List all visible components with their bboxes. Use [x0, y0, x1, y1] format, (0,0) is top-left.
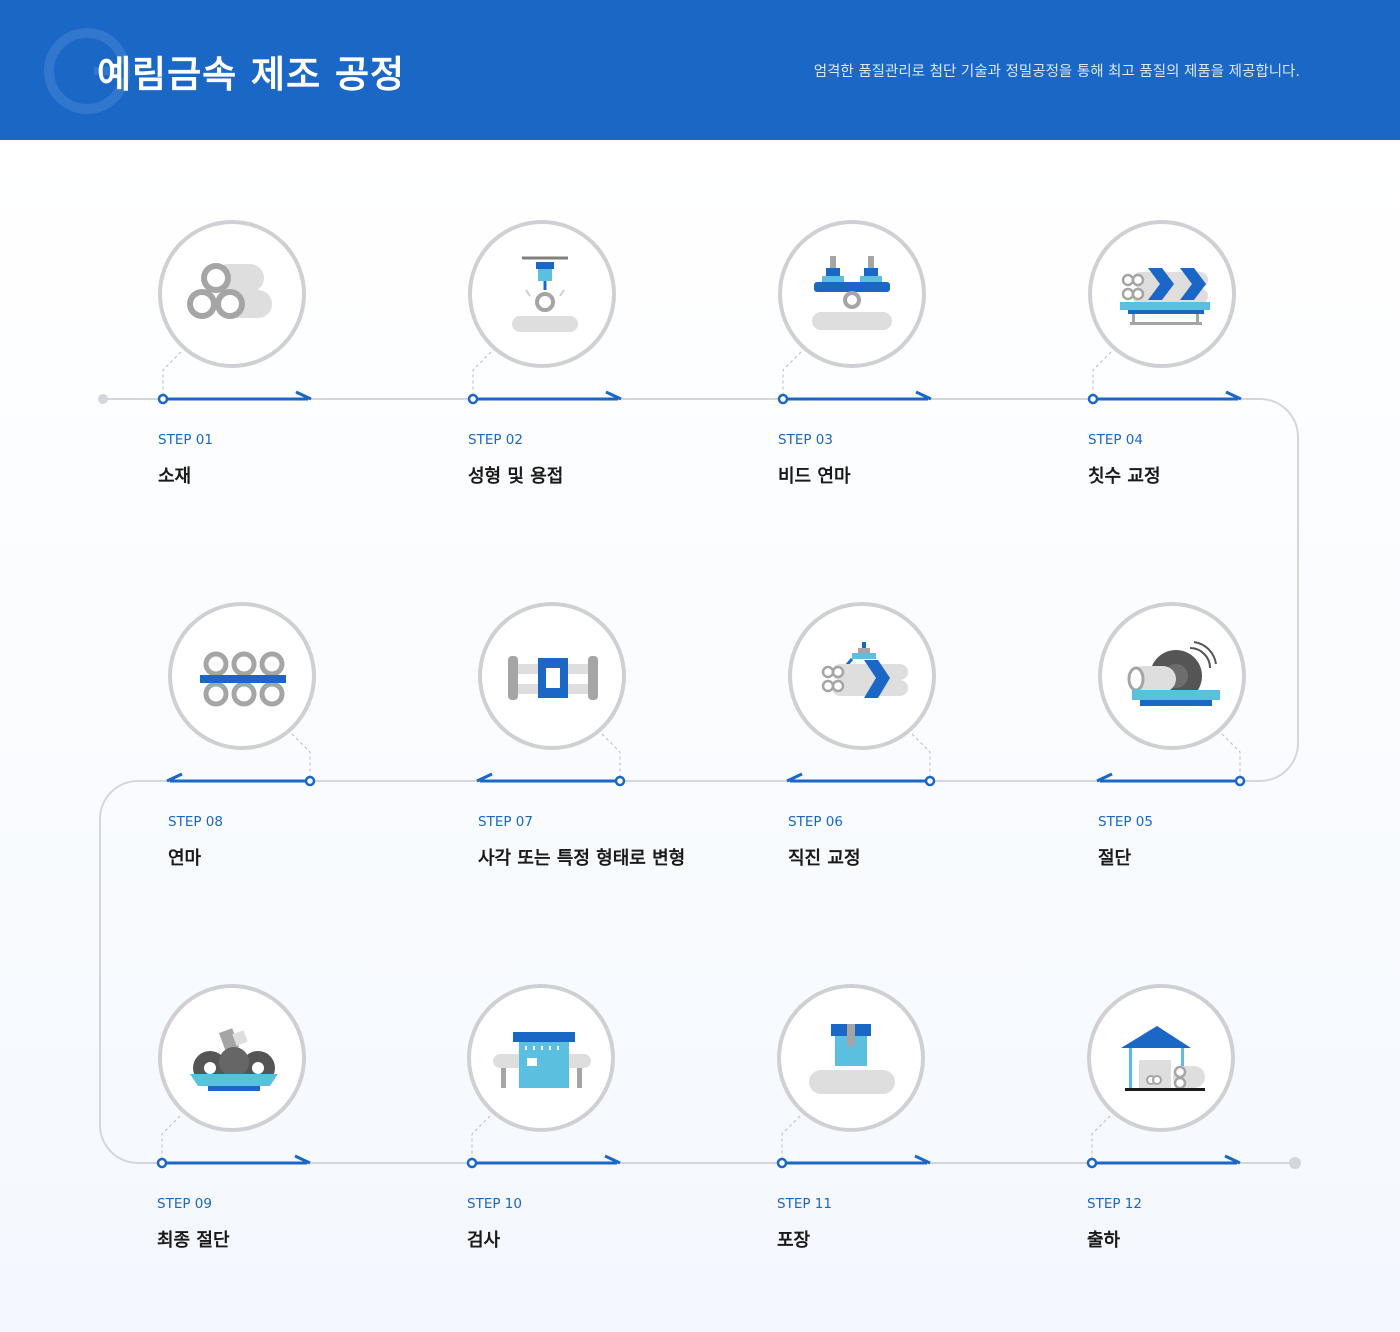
step-connector — [1086, 1115, 1241, 1169]
step-label: STEP 12 — [1087, 1196, 1142, 1212]
step-name: 출하 — [1087, 1230, 1121, 1251]
